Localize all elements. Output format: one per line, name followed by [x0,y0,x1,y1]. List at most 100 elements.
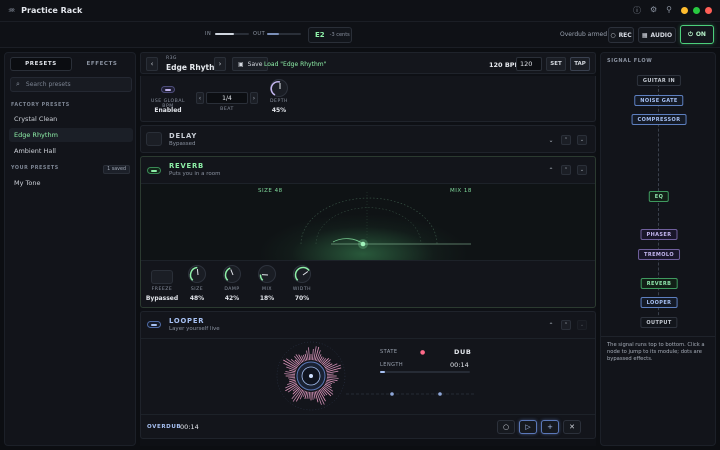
beat-value[interactable]: 1/4 [206,92,248,104]
preset-item-crystal-clean[interactable]: Crystal Clean [9,112,133,126]
loop-wave-tick [326,373,334,376]
chevron-left-icon: ‹ [150,60,154,68]
move-up-button[interactable]: ⌃ [561,320,571,330]
minimize-button[interactable] [681,7,688,14]
record-button[interactable]: ○ [497,420,515,434]
signal-flow-divider [601,336,715,337]
tap-tempo-button[interactable]: TAP [570,57,590,71]
wrench-icon[interactable]: ⚲ [666,5,672,16]
loop-wave-tick [308,347,311,361]
your-presets-title: YOUR PRESETS [11,166,59,171]
beat-label: BEAT [220,107,234,112]
size-knob[interactable] [188,265,206,283]
mix-knob[interactable] [258,265,276,283]
load-preset-link[interactable]: Load "Edge Rhythm" [264,61,326,68]
mix-label: MIX [262,287,272,292]
preset-sidebar: PRESETS EFFECTS ⌕ FACTORY PRESETS Crysta… [4,52,136,446]
width-knob[interactable] [293,265,311,283]
looper-display: STATE ● DUB LENGTH 00:14 [141,338,595,414]
node-phaser[interactable]: PHASER [640,229,678,240]
node-output[interactable]: OUTPUT [640,317,678,328]
main-rack: ‹ R3G Edge Rhythm › ▣ Save Load "Edge Rhy… [140,52,596,446]
tab-effects[interactable]: EFFECTS [72,57,132,71]
chevron-right-icon: › [218,60,222,68]
looper-state-label: STATE [380,349,398,355]
record-icon: ○ [610,31,616,39]
reverb-space-graphic [300,192,471,249]
grid-icon: ▦ [641,31,648,39]
signal-flow-title: SIGNAL FLOW [607,58,653,64]
loop-wave-tick [294,359,300,365]
node-reverb[interactable]: REVERB [640,278,678,289]
audio-button[interactable]: ▦ AUDIO [638,27,676,43]
looper-length-bar [380,371,470,373]
bpm-input[interactable] [516,57,542,71]
gear-icon[interactable]: ⚙ [650,5,657,16]
app-title: Practice Rack [21,6,83,15]
power-icon: ⏻ [688,30,693,38]
node-guitar-in[interactable]: GUITAR IN [636,75,682,86]
loop-wave-tick [288,376,296,379]
record-icon: ○ [502,423,510,431]
info-icon[interactable]: ⓘ [633,5,641,16]
damp-label: DAMP [224,287,240,292]
next-preset-button[interactable]: › [214,57,226,71]
mix-value: 18% [259,295,275,302]
add-layer-button[interactable]: + [541,420,559,434]
loop-wave-tick [311,348,314,361]
reverb-toggle[interactable] [147,167,161,174]
move-down-button[interactable]: ⌄ [577,135,587,145]
preset-item-my-tone[interactable]: My Tone [9,176,133,190]
tab-presets[interactable]: PRESETS [10,57,72,71]
tuner-note: E2 [315,31,325,39]
preset-item-edge-rhythm[interactable]: Edge Rhythm [9,128,133,142]
beat-decrease-button[interactable]: ‹ [196,92,204,104]
input-meter-label: IN [205,31,212,37]
loop-wave-tick [286,366,297,371]
delay-module: DELAY Bypassed ⌄ ⌃ ⌄ [140,125,596,153]
node-compressor[interactable]: COMPRESSOR [631,114,687,125]
loop-wave-tick [319,357,325,364]
search-input[interactable] [25,81,126,88]
preset-item-ambient-hall[interactable]: Ambient Hall [9,144,133,158]
freeze-label: FREEZE [151,287,173,292]
plus-icon: + [547,423,553,431]
play-button[interactable]: ▷ [519,420,537,434]
chevron-down-icon[interactable]: ⌄ [547,137,555,144]
move-down-button[interactable]: ⌄ [577,320,587,330]
clear-loop-button[interactable]: ✕ [563,420,581,434]
freeze-button[interactable] [151,270,173,284]
node-eq[interactable]: EQ [648,191,670,202]
signal-flow-panel: SIGNAL FLOW GUITAR IN NOISE GATE COMPRES… [600,52,716,446]
beat-increase-button[interactable]: › [250,92,258,104]
rec-button[interactable]: ○ REC [608,27,634,43]
global-bpm-toggle[interactable] [161,86,175,93]
depth-knob[interactable] [270,79,288,97]
tempo-module: USE GLOBAL BPM Enabled ‹ 1/4 › BEAT DEPT… [140,76,596,122]
loop-wave-tick [311,391,314,400]
looper-length-label: LENGTH [380,362,404,368]
move-down-button[interactable]: ⌄ [577,165,587,175]
width-value: 70% [294,295,310,302]
power-on-button[interactable]: ⏻ ON [680,25,714,44]
loop-wave-tick [289,378,296,381]
save-button[interactable]: ▣ Save [232,57,269,71]
save-icon: ▣ [238,60,244,68]
move-up-button[interactable]: ⌃ [561,135,571,145]
looper-module: LOOPER Layer yourself live ⌃ ⌃ ⌄ STATE ●… [140,311,596,439]
set-bpm-button[interactable]: SET [546,57,566,71]
damp-knob[interactable] [223,265,241,283]
close-button[interactable] [705,7,712,14]
maximize-button[interactable] [693,7,700,14]
node-noise-gate[interactable]: NOISE GATE [634,95,684,106]
move-up-button[interactable]: ⌃ [561,165,571,175]
node-tremolo[interactable]: TREMOLO [638,249,680,260]
looper-toggle[interactable] [147,321,161,328]
looper-title: LOOPER [169,317,205,325]
reverb-module: REVERB Puts you in a room ⌃ ⌃ ⌄ SIZE 48 … [140,156,596,308]
chevron-up-icon[interactable]: ⌃ [547,167,555,174]
node-looper[interactable]: LOOPER [640,297,678,308]
delay-toggle[interactable] [146,132,162,146]
prev-preset-button[interactable]: ‹ [146,57,158,71]
chevron-up-icon[interactable]: ⌃ [547,322,555,329]
